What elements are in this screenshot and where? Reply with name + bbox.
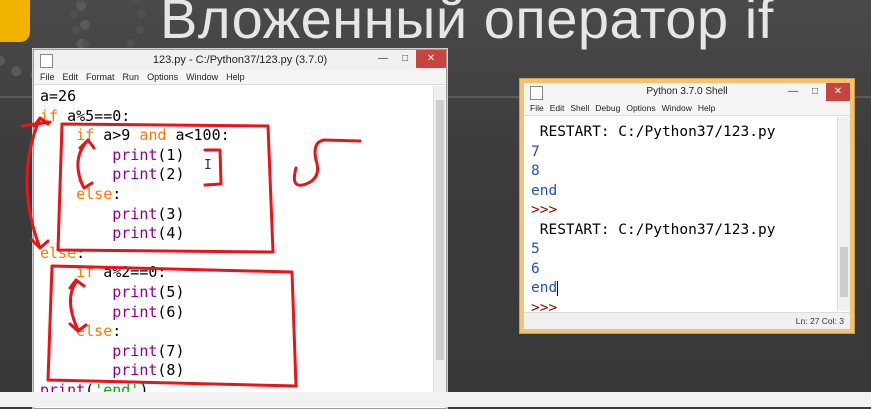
handwritten-annotations <box>20 116 362 388</box>
ink-symbol <box>292 138 362 187</box>
text-cursor-icon: I <box>204 158 212 173</box>
ink-arrow-outer <box>25 116 50 250</box>
ink-arrow-inner <box>76 138 96 190</box>
ink-arrow-else <box>68 278 88 333</box>
ink-line-left <box>20 120 52 128</box>
